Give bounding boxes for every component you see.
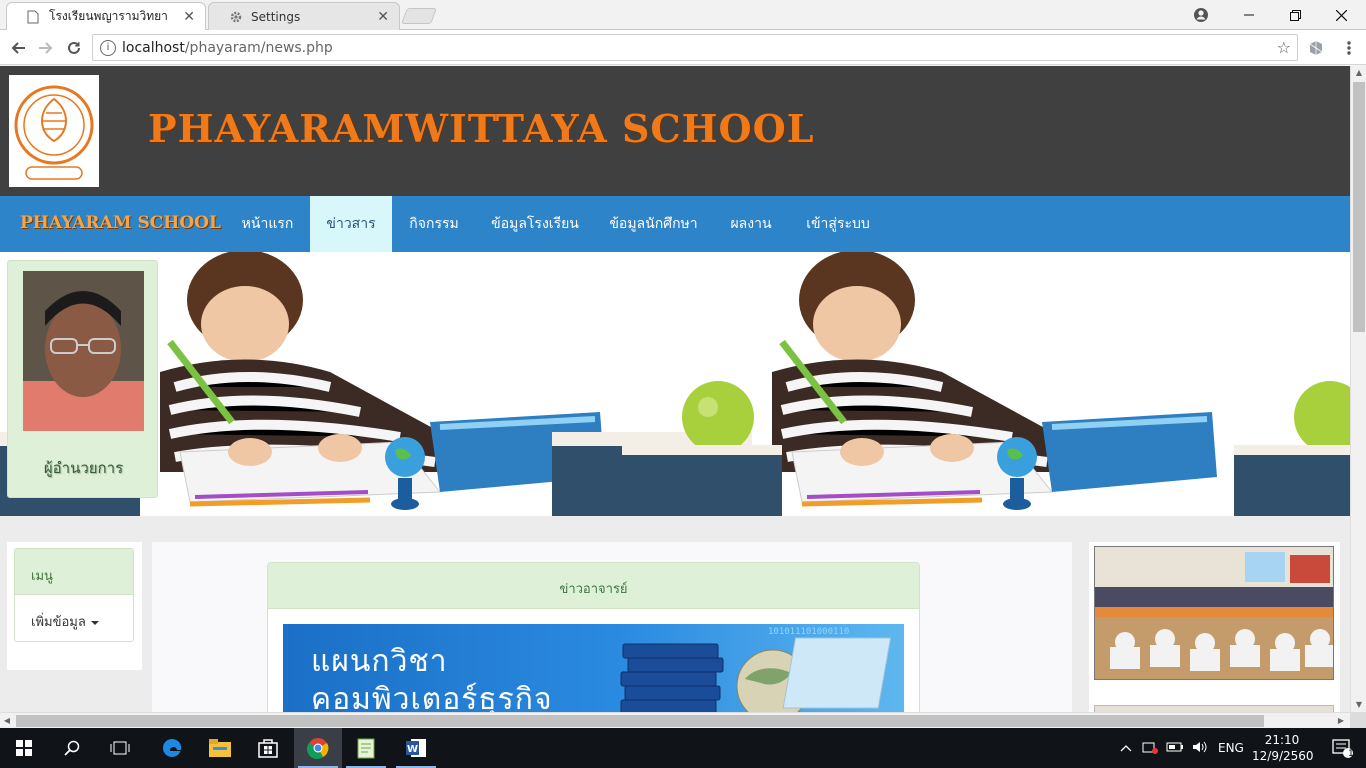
edge-icon[interactable] (148, 728, 196, 768)
caret-down-icon (90, 620, 99, 625)
gallery-image[interactable] (1094, 546, 1334, 680)
site-header: PHAYARAMWITTAYA SCHOOL (0, 66, 1350, 196)
scrollbar-corner (1350, 712, 1366, 728)
bookmark-star-icon[interactable]: ☆ (1277, 38, 1291, 57)
notification-count: 1 (1348, 749, 1354, 759)
nav-works[interactable]: ผลงาน (713, 196, 789, 252)
info-icon[interactable]: i (100, 39, 116, 56)
clock-time: 21:10 (1264, 733, 1300, 747)
nav-student-info[interactable]: ข้อมูลนักศึกษา (594, 196, 713, 252)
svg-text:W: W (407, 744, 418, 755)
page-icon (27, 10, 41, 24)
gear-icon (229, 10, 243, 24)
director-label: ผู้อำนวยการ (43, 459, 124, 477)
file-explorer-icon[interactable] (196, 728, 244, 768)
menu-kebab-icon[interactable] (1338, 37, 1360, 59)
chevron-up-icon[interactable] (1120, 741, 1132, 755)
nav-login[interactable]: เข้าสู่ระบบ (789, 196, 887, 252)
search-icon[interactable] (48, 728, 96, 768)
nav-home[interactable]: หน้าแรก (225, 196, 310, 252)
close-window-button[interactable] (1318, 0, 1364, 30)
menu-header: เมนู (15, 549, 133, 595)
forward-icon[interactable] (35, 37, 57, 59)
nav-activities[interactable]: กิจกรรม (392, 196, 476, 252)
extension-icon[interactable] (1305, 37, 1327, 59)
clock[interactable]: 21:10 12/9/2560 (1252, 732, 1314, 764)
store-icon[interactable] (244, 728, 292, 768)
language-indicator[interactable]: ENG (1218, 741, 1244, 755)
scroll-down-icon[interactable]: ▼ (1351, 698, 1366, 712)
left-sidebar: เมนู เพิ่มข้อมูล (7, 542, 142, 670)
banner-digits: 101011101000110 (768, 627, 849, 637)
main-navbar: PHAYARAM SCHOOL หน้าแรก ข่าวสาร กิจกรรม … (0, 196, 1350, 252)
scroll-up-icon[interactable]: ▲ (1351, 66, 1366, 80)
scrollbar-thumb[interactable] (16, 715, 1264, 727)
tab-strip: โรงเรียนพญารามวิทยา ✕ Settings ✕ (0, 0, 1366, 30)
close-tab-icon[interactable]: ✕ (183, 9, 195, 25)
scroll-left-icon[interactable]: ◀ (0, 713, 14, 729)
windows-start-icon[interactable] (0, 728, 48, 768)
tab-school[interactable]: โรงเรียนพญารามวิทยา ✕ (6, 2, 206, 30)
windows-taskbar: W ENG 21:10 12/9/2560 1 (0, 728, 1366, 768)
school-logo[interactable] (9, 75, 99, 187)
nav-news[interactable]: ข่าวสาร (310, 196, 392, 252)
chrome-icon[interactable] (294, 728, 342, 768)
right-sidebar (1089, 542, 1340, 712)
back-icon[interactable] (7, 37, 29, 59)
director-photo[interactable] (23, 271, 144, 431)
scroll-right-icon[interactable]: ▶ (1334, 713, 1348, 729)
director-card: ผู้อำนวยการ (7, 260, 158, 498)
close-tab-icon[interactable]: ✕ (377, 9, 389, 25)
address-bar[interactable]: i localhost/phayaram/news.php ☆ (92, 34, 1298, 61)
volume-icon[interactable] (1192, 740, 1208, 757)
network-icon[interactable] (1142, 740, 1158, 757)
profile-icon[interactable] (1178, 0, 1224, 30)
task-view-icon[interactable] (96, 728, 144, 768)
minimize-button[interactable] (1226, 0, 1272, 30)
vertical-scrollbar[interactable]: ▲ ▼ (1350, 66, 1366, 712)
hero-banner (0, 252, 1350, 516)
news-banner-image[interactable]: แผนกวิชา คอมพิวเตอร์ธุรกิจ 1010111010001… (283, 624, 904, 712)
page-viewport: PHAYARAMWITTAYA SCHOOL PHAYARAM SCHOOL ห… (0, 66, 1350, 712)
teacher-news-card: ข่าวอาจารย์ แผนกวิชา คอมพิวเตอร์ธุรกิจ 1… (267, 562, 920, 712)
tab-title: Settings (251, 9, 301, 24)
main-content: ข่าวอาจารย์ แผนกวิชา คอมพิวเตอร์ธุรกิจ 1… (152, 542, 1072, 712)
notepad-icon[interactable] (342, 728, 390, 768)
tab-title: โรงเรียนพญารามวิทยา (49, 9, 168, 23)
tab-settings[interactable]: Settings ✕ (208, 2, 400, 30)
scrollbar-thumb[interactable] (1353, 82, 1365, 332)
news-header: ข่าวอาจารย์ (268, 563, 919, 609)
add-data-dropdown[interactable]: เพิ่มข้อมูล (15, 595, 133, 632)
browser-toolbar: i localhost/phayaram/news.php ☆ (0, 30, 1366, 65)
site-title: PHAYARAMWITTAYA SCHOOL (148, 106, 815, 151)
battery-icon[interactable] (1166, 741, 1184, 756)
url-text: localhost/phayaram/news.php (122, 39, 333, 56)
restore-button[interactable] (1272, 0, 1318, 30)
system-tray: ENG (1120, 728, 1244, 768)
brand-link[interactable]: PHAYARAM SCHOOL (20, 213, 221, 233)
word-icon[interactable]: W (392, 728, 440, 768)
new-tab-button[interactable] (401, 8, 437, 24)
reload-icon[interactable] (63, 37, 85, 59)
nav-school-info[interactable]: ข้อมูลโรงเรียน (476, 196, 594, 252)
gallery-image-2[interactable] (1094, 705, 1334, 712)
action-center-icon[interactable]: 1 (1318, 728, 1366, 768)
menu-panel: เมนู เพิ่มข้อมูล (14, 548, 134, 642)
clock-date: 12/9/2560 (1252, 749, 1314, 763)
horizontal-scrollbar[interactable]: ◀ ▶ (0, 712, 1350, 728)
